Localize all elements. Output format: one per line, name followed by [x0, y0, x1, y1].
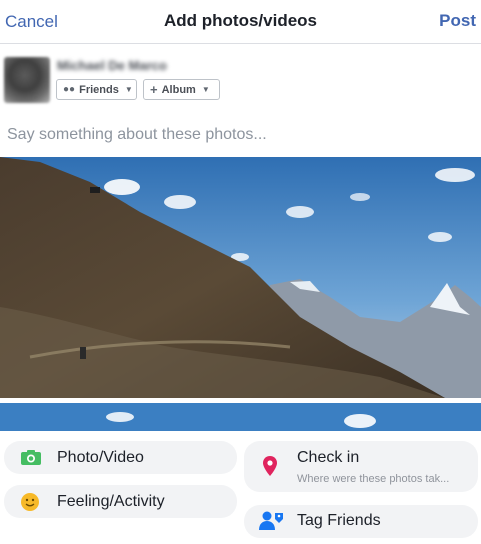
- friends-icon: ●●: [63, 84, 76, 95]
- smiley-icon: [21, 493, 39, 511]
- photo-thumbnail-2[interactable]: [0, 403, 481, 431]
- user-name: Michael De Marco: [57, 58, 167, 73]
- chevron-down-icon: ▼: [201, 85, 210, 94]
- privacy-selector[interactable]: ●● Friends ▼: [56, 79, 137, 100]
- plus-icon: +: [150, 82, 158, 97]
- chevron-down-icon: ▼: [124, 85, 133, 94]
- album-label: Album: [161, 83, 196, 96]
- status-input[interactable]: Say something about these photos...: [7, 126, 267, 144]
- tag-friends-label: Tag Friends: [297, 512, 381, 529]
- feeling-activity-label: Feeling/Activity: [57, 493, 165, 510]
- check-in-button[interactable]: Check in Where were these photos tak...: [244, 441, 478, 492]
- album-selector[interactable]: + Album ▼: [143, 79, 220, 100]
- photo-video-label: Photo/Video: [57, 449, 144, 466]
- location-pin-icon: [263, 456, 277, 476]
- avatar: [4, 57, 50, 103]
- photo-thumbnail[interactable]: [0, 157, 481, 398]
- tag-friends-button[interactable]: Tag Friends: [244, 505, 478, 538]
- check-in-subtitle: Where were these photos tak...: [297, 473, 450, 485]
- tag-friends-icon: [259, 511, 283, 530]
- check-in-label: Check in: [297, 449, 360, 466]
- camera-icon: [21, 450, 41, 465]
- photo-video-button[interactable]: Photo/Video: [4, 441, 237, 474]
- mountain-photo: [0, 157, 481, 398]
- feeling-activity-button[interactable]: Feeling/Activity: [4, 485, 237, 518]
- top-bar: Cancel Add photos/videos Post: [0, 0, 481, 44]
- privacy-label: Friends: [79, 83, 119, 96]
- sky-photo: [0, 403, 481, 431]
- post-button[interactable]: Post: [439, 11, 476, 31]
- page-title: Add photos/videos: [164, 11, 317, 30]
